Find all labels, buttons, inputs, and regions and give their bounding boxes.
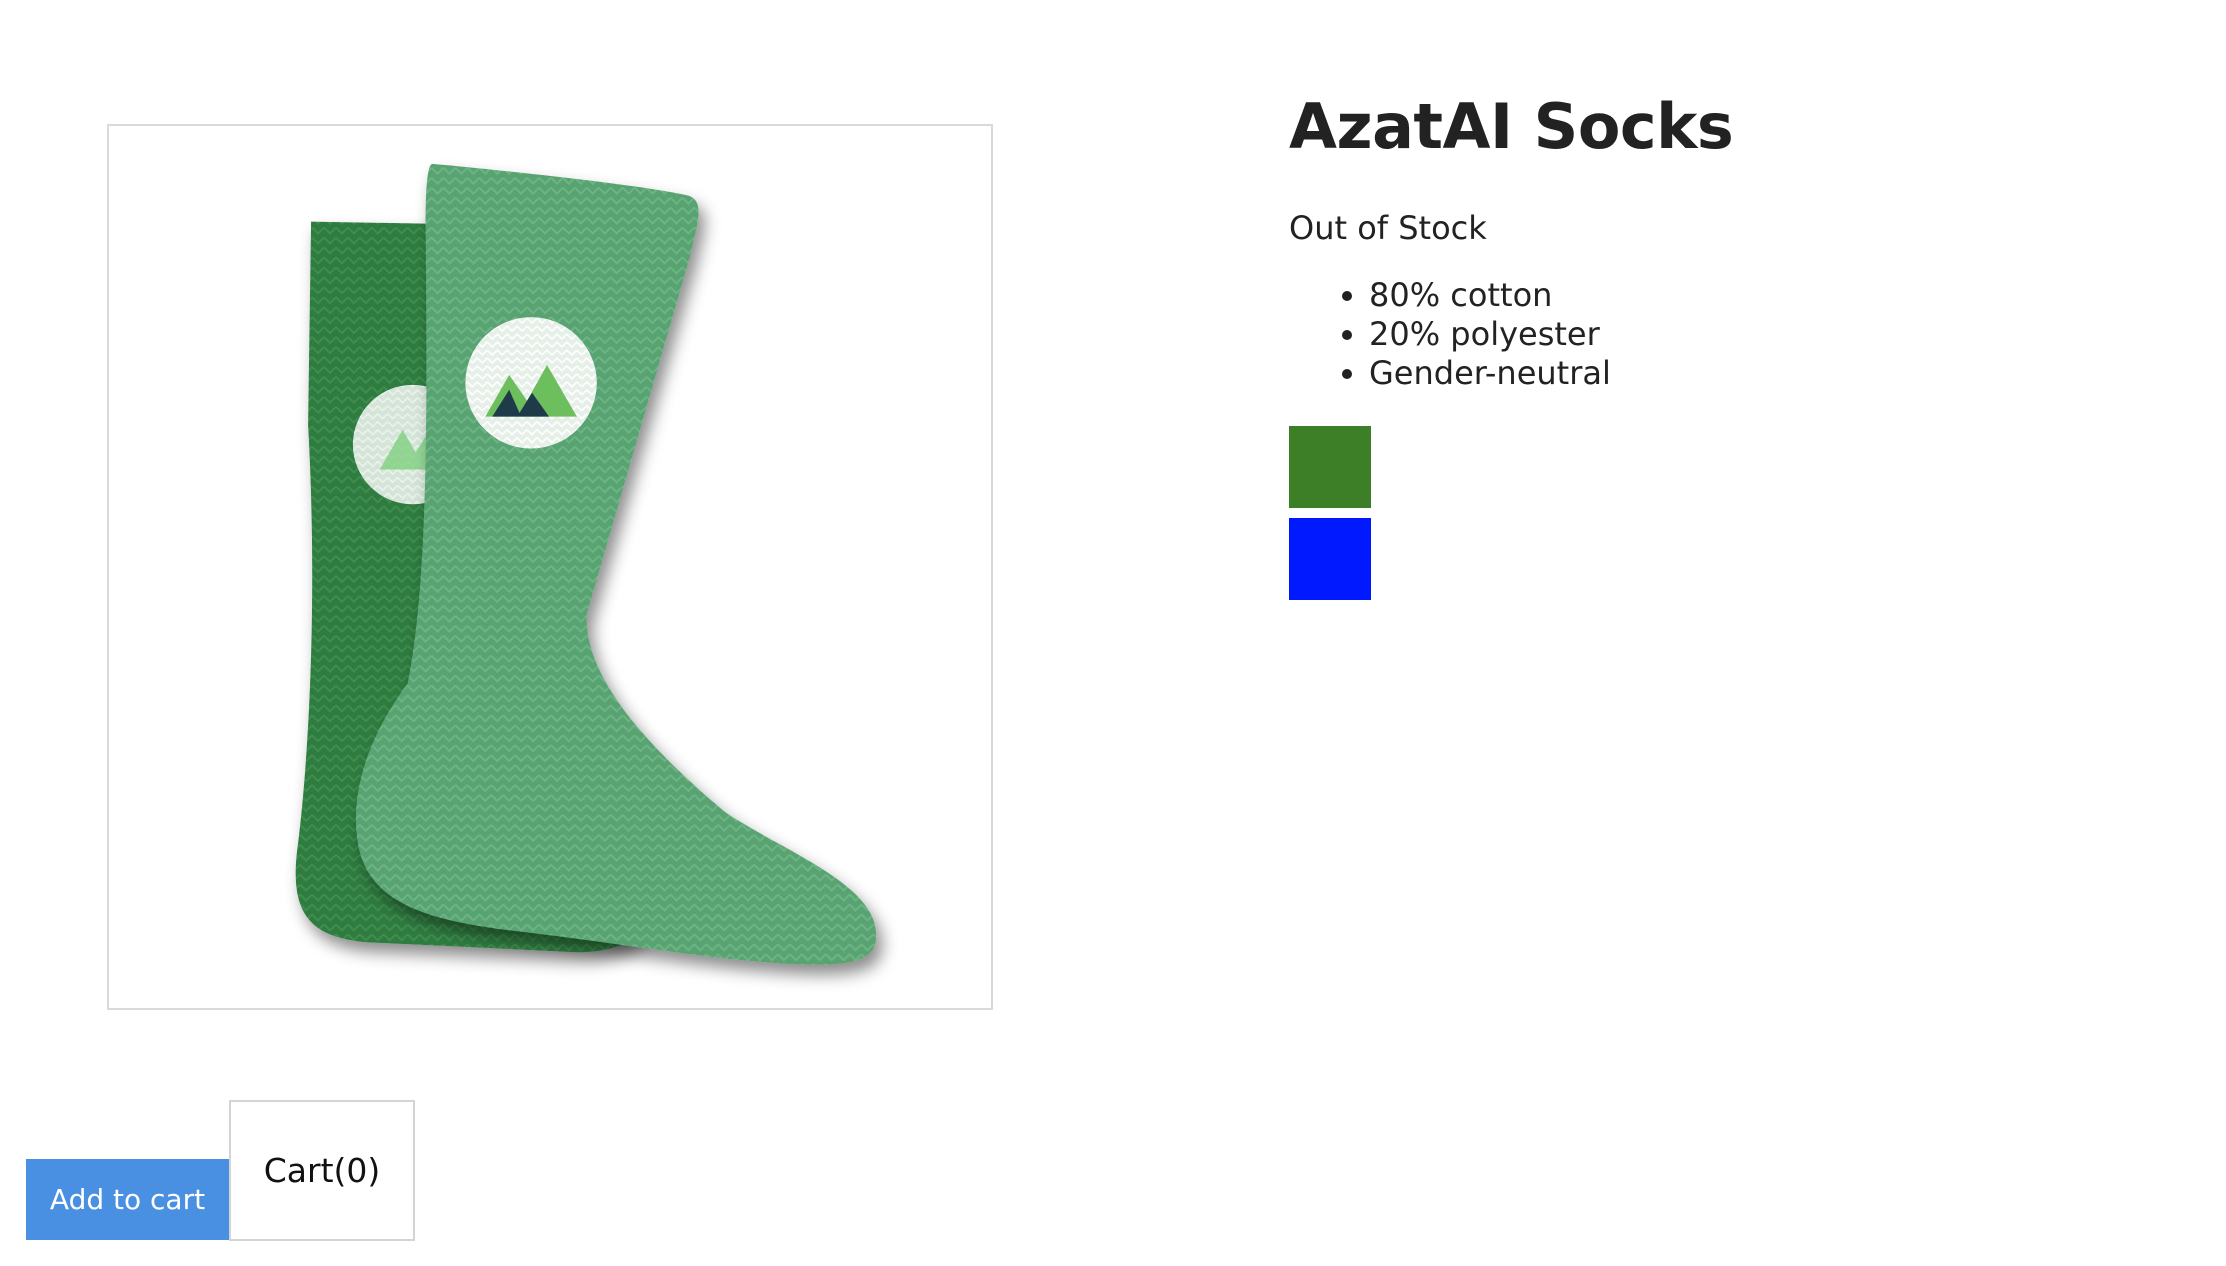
cart-button[interactable]: Cart(0) xyxy=(229,1100,415,1241)
color-swatch-green[interactable] xyxy=(1289,426,1371,508)
feature-item: 80% cotton xyxy=(1369,276,1611,315)
product-image xyxy=(107,124,993,1010)
add-to-cart-button[interactable]: Add to cart xyxy=(26,1159,229,1240)
feature-list: 80% cotton 20% polyester Gender-neutral xyxy=(1289,276,1611,393)
stock-status: Out of Stock xyxy=(1289,209,1487,247)
color-swatch-blue[interactable] xyxy=(1289,518,1371,600)
front-sock xyxy=(355,163,877,965)
feature-item: 20% polyester xyxy=(1369,315,1611,354)
page-title: AzatAI Socks xyxy=(1289,90,1734,163)
feature-item: Gender-neutral xyxy=(1369,354,1611,393)
sock-product-image xyxy=(295,163,877,965)
